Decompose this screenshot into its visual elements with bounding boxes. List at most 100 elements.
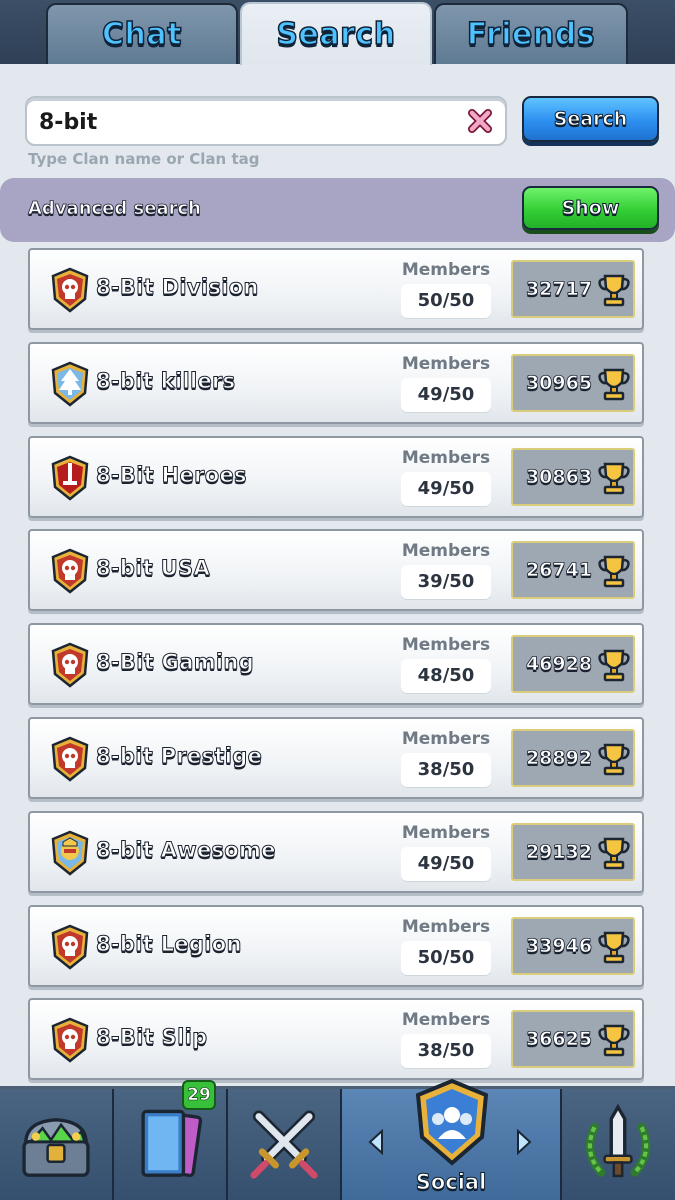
clan-badge-icon xyxy=(51,455,89,501)
show-button[interactable]: Show xyxy=(522,186,659,230)
trophy-box: 28892 xyxy=(511,729,635,787)
trophy-box: 46928 xyxy=(511,635,635,693)
trophy-box: 26741 xyxy=(511,541,635,599)
members-count: 50/50 xyxy=(401,284,491,318)
clan-name: 8-Bit Heroes xyxy=(96,463,248,488)
members-count: 49/50 xyxy=(401,378,491,412)
members-count: 39/50 xyxy=(401,565,491,599)
members-label: Members xyxy=(401,823,491,843)
trophy-box: 30863 xyxy=(511,448,635,506)
advanced-search-label: Advanced search xyxy=(28,198,202,220)
members-label: Members xyxy=(401,917,491,937)
clan-row[interactable]: 8-Bit Slip Members 38/50 36625 xyxy=(28,998,644,1080)
social-icon xyxy=(415,1078,489,1166)
members-count: 50/50 xyxy=(401,941,491,975)
trophy-icon xyxy=(598,462,630,495)
clan-row[interactable]: 8-Bit Heroes Members 49/50 30863 xyxy=(28,436,644,518)
members-label: Members xyxy=(401,729,491,749)
clan-name: 8-Bit Division xyxy=(96,275,259,300)
clear-icon[interactable] xyxy=(467,108,493,134)
members-label: Members xyxy=(401,635,491,655)
clan-badge-icon xyxy=(51,830,89,876)
clan-row[interactable]: 8-Bit Division Members 50/50 32717 xyxy=(28,248,644,330)
members-label: Members xyxy=(401,541,491,561)
clan-badge-icon xyxy=(51,924,89,970)
clan-name: 8-bit USA xyxy=(95,556,211,581)
tab-chat-label: Chat xyxy=(101,16,182,53)
cards-count-badge: 29 xyxy=(182,1080,216,1110)
tab-search[interactable]: Search xyxy=(240,2,432,65)
clan-trophies: 30863 xyxy=(525,466,593,489)
crossed-swords-icon xyxy=(250,1110,318,1179)
clan-badge-icon xyxy=(51,736,89,782)
nav-social[interactable]: Social xyxy=(342,1078,562,1200)
nav-social-label: Social xyxy=(415,1170,487,1195)
chest-icon xyxy=(22,1118,90,1177)
clan-trophies: 26741 xyxy=(525,559,593,582)
trophy-icon xyxy=(598,1024,630,1057)
clan-row[interactable]: 8-bit USA Members 39/50 26741 xyxy=(28,529,644,611)
members-label: Members xyxy=(401,260,491,280)
trophy-icon xyxy=(598,931,630,964)
tab-chat[interactable]: Chat xyxy=(46,3,238,64)
chevron-left-icon[interactable] xyxy=(366,1129,386,1155)
clan-name: 8-bit Awesome xyxy=(96,838,276,863)
clan-trophies: 32717 xyxy=(525,278,593,301)
trophy-icon xyxy=(598,837,630,870)
clan-trophies: 33946 xyxy=(525,935,593,958)
trophy-box: 30965 xyxy=(511,354,635,412)
clan-row[interactable]: 8-bit Prestige Members 38/50 28892 xyxy=(28,717,644,799)
clan-row[interactable]: 8-bit Legion Members 50/50 33946 xyxy=(28,905,644,987)
trophy-icon xyxy=(598,649,630,682)
clan-name: 8-bit killers xyxy=(95,369,236,394)
clan-badge-icon xyxy=(51,642,89,688)
tab-search-label: Search xyxy=(276,16,396,53)
clan-name: 8-Bit Gaming xyxy=(96,650,255,675)
clan-trophies: 46928 xyxy=(525,653,593,676)
trophy-box: 32717 xyxy=(511,260,635,318)
clan-badge-icon xyxy=(51,548,89,594)
members-label: Members xyxy=(401,354,491,374)
members-count: 38/50 xyxy=(401,1034,491,1068)
clan-name: 8-bit Prestige xyxy=(95,744,263,769)
search-field[interactable] xyxy=(25,96,507,146)
clan-badge-icon xyxy=(51,1017,89,1063)
chevron-right-icon[interactable] xyxy=(514,1129,534,1155)
nav-battle[interactable] xyxy=(228,1089,342,1200)
clan-badge-icon xyxy=(51,361,89,407)
clan-trophies: 28892 xyxy=(525,747,593,770)
members-count: 38/50 xyxy=(401,753,491,787)
tab-friends[interactable]: Friends xyxy=(434,3,628,64)
nav-tournaments[interactable] xyxy=(562,1089,675,1200)
trophy-icon xyxy=(598,555,630,588)
tab-bar: Chat Search Friends xyxy=(0,0,675,65)
search-input[interactable] xyxy=(37,106,461,138)
trophy-box: 36625 xyxy=(511,1010,635,1068)
cards-icon xyxy=(141,1109,203,1178)
clan-row[interactable]: 8-bit Awesome Members 49/50 29132 xyxy=(28,811,644,893)
members-count: 49/50 xyxy=(401,847,491,881)
clan-trophies: 30965 xyxy=(525,372,593,395)
clan-name: 8-Bit Slip xyxy=(95,1025,208,1050)
members-count: 49/50 xyxy=(401,472,491,506)
clan-badge-icon xyxy=(51,267,89,313)
search-button[interactable]: Search xyxy=(522,96,659,142)
nav-shop[interactable] xyxy=(0,1089,114,1200)
bottom-nav: Social xyxy=(0,1078,675,1200)
trophy-box: 33946 xyxy=(511,917,635,975)
tournament-icon xyxy=(585,1103,651,1178)
members-label: Members xyxy=(401,1010,491,1030)
clan-trophies: 29132 xyxy=(525,841,593,864)
show-button-label: Show xyxy=(561,197,620,220)
clan-name: 8-bit Legion xyxy=(96,932,242,957)
trophy-icon xyxy=(598,274,630,307)
members-count: 48/50 xyxy=(401,659,491,693)
clan-row[interactable]: 8-bit killers Members 49/50 30965 xyxy=(28,342,644,424)
search-hint: Type Clan name or Clan tag xyxy=(28,150,260,168)
members-label: Members xyxy=(401,448,491,468)
trophy-icon xyxy=(598,368,630,401)
clan-trophies: 36625 xyxy=(525,1028,593,1051)
trophy-icon xyxy=(598,743,630,776)
clan-row[interactable]: 8-Bit Gaming Members 48/50 46928 xyxy=(28,623,644,705)
trophy-box: 29132 xyxy=(511,823,635,881)
